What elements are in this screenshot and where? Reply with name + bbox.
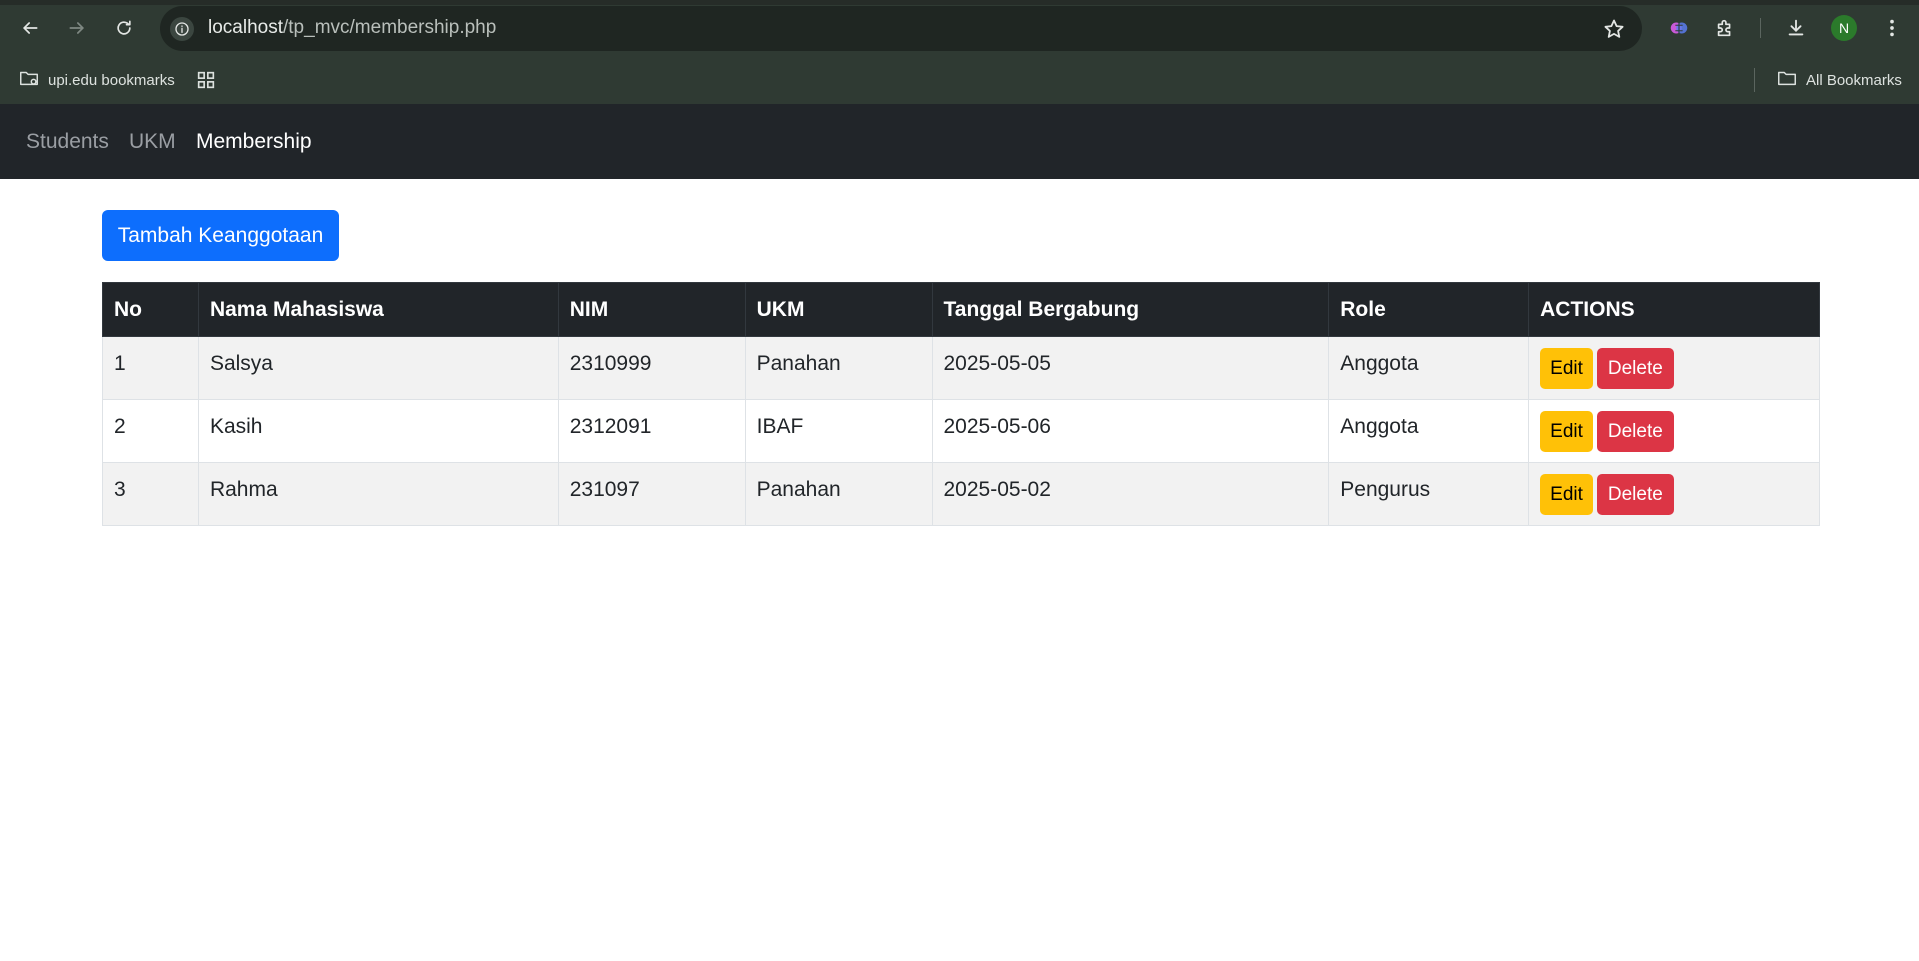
star-icon[interactable] xyxy=(1602,17,1626,41)
download-icon[interactable] xyxy=(1782,14,1810,42)
header-tanggal: Tanggal Bergabung xyxy=(931,282,1330,337)
cell-actions: Edit Delete xyxy=(1528,336,1820,400)
cell-nama: Salsya xyxy=(197,336,559,400)
table-row: 1 Salsya 2310999 Panahan 2025-05-05 Angg… xyxy=(102,336,1820,400)
profile-avatar[interactable]: N xyxy=(1831,15,1857,41)
apps-grid-icon[interactable] xyxy=(195,68,217,92)
cell-tanggal: 2025-05-06 xyxy=(931,399,1330,463)
forward-arrow-icon[interactable] xyxy=(61,12,93,44)
cell-role: Anggota xyxy=(1328,336,1530,400)
header-no: No xyxy=(102,282,199,337)
add-membership-button[interactable]: Tambah Keanggotaan xyxy=(102,210,339,261)
cell-ukm: IBAF xyxy=(744,399,933,463)
edit-button[interactable]: Edit xyxy=(1540,411,1593,452)
folder-icon xyxy=(1776,67,1798,93)
table-header: No Nama Mahasiswa NIM UKM Tanggal Bergab… xyxy=(102,282,1820,337)
app-navbar: Students UKM Membership xyxy=(0,104,1919,179)
cell-no: 1 xyxy=(102,336,199,400)
header-actions: ACTIONS xyxy=(1528,282,1820,337)
delete-button[interactable]: Delete xyxy=(1596,348,1674,389)
delete-button[interactable]: Delete xyxy=(1596,474,1674,515)
url-host: localhost xyxy=(208,17,283,38)
cell-nama: Rahma xyxy=(197,462,559,526)
bookmarks-separator xyxy=(1754,68,1755,92)
nav-membership[interactable]: Membership xyxy=(196,130,312,154)
url-text[interactable]: localhost/tp_mvc/membership.php xyxy=(208,17,496,39)
folder-icon xyxy=(18,67,40,93)
all-bookmarks[interactable]: All Bookmarks xyxy=(1776,68,1902,92)
edit-button[interactable]: Edit xyxy=(1540,348,1593,389)
cell-actions: Edit Delete xyxy=(1528,399,1820,463)
info-icon[interactable] xyxy=(170,17,194,41)
kebab-menu-icon[interactable] xyxy=(1878,14,1906,42)
table-row: 3 Rahma 231097 Panahan 2025-05-02 Pengur… xyxy=(102,462,1820,526)
gemini-icon[interactable] xyxy=(1665,14,1693,42)
cell-no: 2 xyxy=(102,399,199,463)
edit-button[interactable]: Edit xyxy=(1540,474,1593,515)
bookmark-folder-label: upi.edu bookmarks xyxy=(48,71,175,89)
table-row: 2 Kasih 2312091 IBAF 2025-05-06 Anggota … xyxy=(102,399,1820,463)
back-arrow-icon[interactable] xyxy=(14,12,46,44)
cell-no: 3 xyxy=(102,462,199,526)
cell-nim: 2312091 xyxy=(557,399,746,463)
cell-tanggal: 2025-05-05 xyxy=(931,336,1330,400)
cell-actions: Edit Delete xyxy=(1528,462,1820,526)
cell-role: Anggota xyxy=(1328,399,1530,463)
cell-tanggal: 2025-05-02 xyxy=(931,462,1330,526)
reload-icon[interactable] xyxy=(108,12,140,44)
header-nim: NIM xyxy=(557,282,746,337)
toolbar-separator xyxy=(1760,18,1761,38)
nav-ukm[interactable]: UKM xyxy=(129,130,176,154)
bookmark-folder-upi[interactable]: upi.edu bookmarks xyxy=(18,68,175,92)
address-bar[interactable]: localhost/tp_mvc/membership.php xyxy=(160,6,1642,51)
cell-nim: 231097 xyxy=(557,462,746,526)
all-bookmarks-label: All Bookmarks xyxy=(1806,71,1902,89)
header-role: Role xyxy=(1328,282,1530,337)
cell-nim: 2310999 xyxy=(557,336,746,400)
header-nama: Nama Mahasiswa xyxy=(197,282,559,337)
membership-table: No Nama Mahasiswa NIM UKM Tanggal Bergab… xyxy=(102,282,1820,526)
delete-button[interactable]: Delete xyxy=(1596,411,1674,452)
cell-role: Pengurus xyxy=(1328,462,1530,526)
cell-nama: Kasih xyxy=(197,399,559,463)
extensions-icon[interactable] xyxy=(1711,14,1739,42)
header-ukm: UKM xyxy=(744,282,933,337)
bookmarks-bar: upi.edu bookmarks All Bookmarks xyxy=(0,56,1919,104)
cell-ukm: Panahan xyxy=(744,336,933,400)
url-path: /tp_mvc/membership.php xyxy=(283,17,497,38)
nav-students[interactable]: Students xyxy=(26,130,109,154)
browser-toolbar: localhost/tp_mvc/membership.php N xyxy=(0,0,1919,56)
cell-ukm: Panahan xyxy=(744,462,933,526)
